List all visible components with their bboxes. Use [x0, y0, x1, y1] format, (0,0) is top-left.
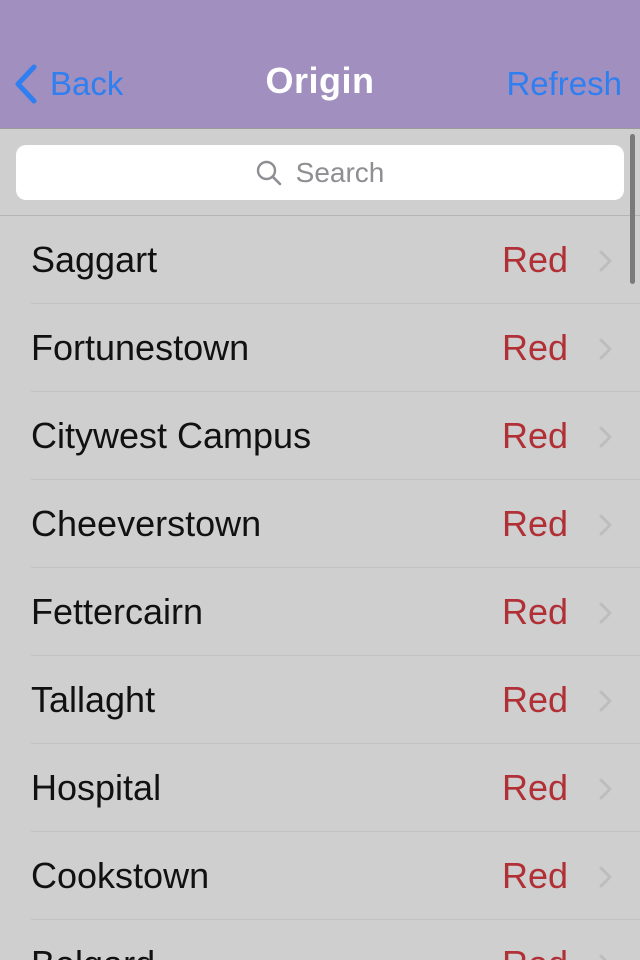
chevron-right-icon	[599, 514, 612, 536]
line-label: Red	[501, 855, 568, 896]
search-bar: Search	[0, 129, 640, 216]
search-input[interactable]: Search	[16, 145, 624, 200]
line-label: Red	[502, 920, 568, 960]
line-label: Red	[501, 503, 568, 544]
stop-name: Tallaght	[31, 679, 156, 720]
stop-name: Citywest Campus	[31, 415, 312, 456]
refresh-button[interactable]: Refresh	[506, 62, 622, 106]
line-label: Red	[501, 327, 568, 368]
line-label: Red	[501, 767, 568, 808]
list-item[interactable]: Belgard Red	[0, 920, 640, 960]
search-placeholder: Search	[295, 156, 385, 188]
list-item[interactable]: Cheeverstown Red	[0, 480, 640, 568]
stop-name: Belgard	[31, 920, 155, 960]
chevron-right-icon	[599, 426, 612, 448]
stop-name: Fortunestown	[31, 327, 250, 368]
line-label: Red	[501, 415, 568, 456]
chevron-right-icon	[599, 866, 612, 888]
list-item[interactable]: Cookstown Red	[0, 832, 640, 920]
stop-list: Saggart Red Fortunestown Red Citywest Campus…	[0, 216, 640, 960]
chevron-right-icon	[599, 690, 612, 712]
list-item[interactable]: Hospital Red	[0, 744, 640, 832]
stop-name: Saggart	[31, 239, 158, 280]
chevron-right-icon	[599, 602, 612, 624]
stop-name: Hospital	[31, 767, 162, 808]
chevron-right-icon	[599, 778, 612, 800]
chevron-right-icon	[599, 954, 608, 960]
navigation-bar: Back Origin Refresh	[0, 0, 640, 129]
line-label: Red	[501, 679, 568, 720]
search-icon	[256, 160, 281, 185]
line-label: Red	[501, 239, 568, 280]
list-item[interactable]: Tallaght Red	[0, 656, 640, 744]
list-item[interactable]: Fortunestown Red	[0, 304, 640, 392]
chevron-right-icon	[599, 338, 612, 360]
list-item[interactable]: Fettercairn Red	[0, 568, 640, 656]
line-label: Red	[501, 591, 568, 632]
list-item[interactable]: Citywest Campus Red	[0, 392, 640, 480]
screen: Back Origin Refresh Search Saggart Red For…	[0, 0, 640, 960]
stop-name: Fettercairn	[31, 591, 204, 632]
stop-name: Cheeverstown	[31, 503, 262, 544]
list-item[interactable]: Saggart Red	[0, 216, 640, 304]
stop-name: Cookstown	[31, 855, 210, 896]
chevron-right-icon	[599, 250, 612, 272]
